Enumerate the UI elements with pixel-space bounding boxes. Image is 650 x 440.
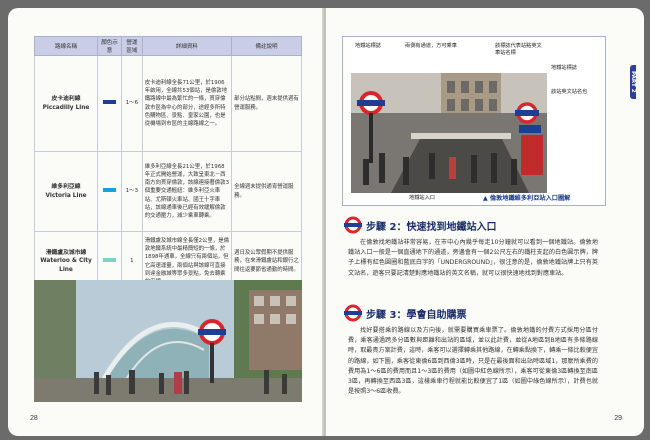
table-row: 皮卡迪利線 Piccadilly Line 1～6 皮卡迪利線全長71公里，於1… [33,55,302,152]
zone-cell: 1～6 [121,55,143,152]
station-arch-photo [34,280,302,402]
step3-title: 步驟 3：學會自助購票 [366,309,467,321]
station-entrance-figure: 地鐵站標誌 兩側有通道，方可乘車 該標誌代表站點英文車站名標 地鐵站標誌 該站英… [342,36,606,206]
roundel-icon [344,304,362,322]
book-spread: 路線名稱 顏色示意 營運區域 詳細資料 備註說明 皮卡迪利線 Piccadill… [8,8,644,436]
left-page: 路線名稱 顏色示意 營運區域 詳細資料 備註說明 皮卡迪利線 Piccadill… [8,8,324,436]
detail-cell: 皮卡迪利線全長71公里，於1906年啟用，全線共53個站，是倫敦地鐵路線中最為繁… [141,55,233,152]
header-notes: 備註說明 [231,36,302,56]
notes-cell: 全線週末提供通宵營運服務。 [231,151,302,232]
callout-metro-sign: 地鐵站標誌 [551,65,577,71]
step3-text: 找好要搭乘的路線以及方向後，就需要購買乘車票了。倫敦地鐵的付費方式採用分區付費，… [348,327,598,396]
station-entrance-photo [351,73,547,193]
header-zone: 營運區域 [121,36,143,56]
detail-cell: 維多利亞線全長21公里，於1968年正式開始營運，大致呈東北－西南方向貫穿倫敦，… [141,151,233,232]
line-name-zh: 滑鐵盧及城市線 [45,250,87,257]
notes-cell: 部分站點間，週末提供週有營運服務。 [231,55,302,152]
table-row: 維多利亞線 Victoria Line 1～3 維多利亞線全長21公里，於196… [33,151,302,232]
line-name-zh: 維多利亞線 [51,184,81,191]
callout-station-sign: 地鐵站標誌 [355,43,381,49]
line-name-en: Piccadilly Line [42,104,90,111]
line-color-swatch [103,258,117,263]
step3-heading: 步驟 3：學會自助購票 [344,304,466,322]
line-name-zh: 皮卡迪利線 [51,96,81,103]
step2-title: 步驟 2：快速找到地鐵站入口 [366,221,497,233]
figure-caption: ▲ 倫敦地鐵維多利亞站入口圖解 [483,195,571,202]
page-number-left: 28 [30,415,38,422]
callout-headboard: 該標誌代表站點英文車站名標 [495,43,542,56]
callout-name-label: 該站英文站名也 [551,89,588,95]
chapter-tab-part2[interactable]: PART 2 [630,65,636,99]
header-color: 顏色示意 [97,36,123,56]
metro-lines-table: 路線名稱 顏色示意 營運區域 詳細資料 備註說明 皮卡迪利線 Piccadill… [33,36,302,292]
station-entrance-illustration [351,73,547,193]
line-name-cell: 皮卡迪利線 Piccadilly Line [33,55,99,152]
chapter-tabs: PART 2 [630,36,644,275]
line-name-cell: 維多利亞線 Victoria Line [33,151,99,232]
header-line-name: 路線名稱 [33,36,99,56]
station-arch-illustration [34,280,302,402]
callout-tunnel: 兩側有通道，方可乘車 [405,43,457,49]
callout-entrance: 地鐵站入口 [409,195,435,201]
header-detail: 詳細資料 [141,36,233,56]
color-cell [97,55,123,152]
step2-text: 在倫敦找地鐵站非常容易，在市中心內幾乎每走10分鐘就可以看到一個地鐵站。倫敦地鐵… [348,239,598,277]
zone-cell: 1～3 [121,151,143,232]
roundel-icon [344,216,362,234]
line-name-en: Victoria Line [45,192,87,199]
page-number-right: 29 [614,415,622,422]
line-color-swatch [103,188,117,193]
step2-heading: 步驟 2：快速找到地鐵站入口 [344,216,496,234]
right-page: 地鐵站標誌 兩側有通道，方可乘車 該標誌代表站點英文車站名標 地鐵站標誌 該站英… [326,8,644,436]
line-color-swatch [103,100,117,105]
line-name-en: Waterloo & City Line [40,258,92,273]
color-cell [97,151,123,232]
